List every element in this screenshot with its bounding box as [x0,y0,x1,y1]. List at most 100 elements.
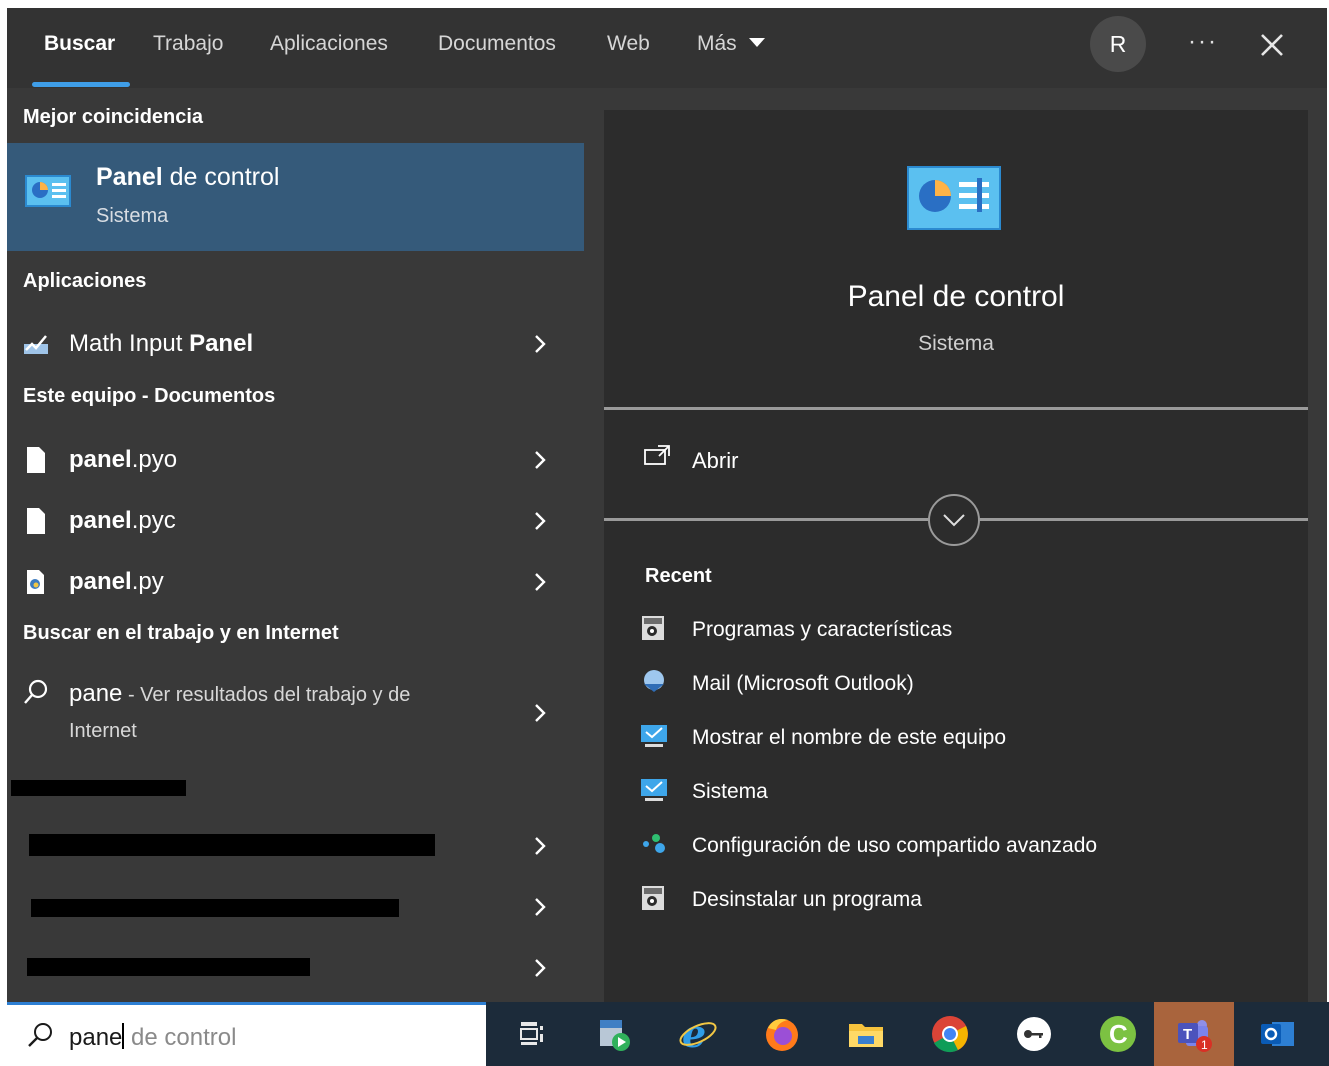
chevron-right-icon[interactable] [529,449,551,471]
recent-item-uso-compartido[interactable]: Configuración de uso compartido avanzado [640,826,1280,866]
internet-explorer-icon: e [679,1014,717,1054]
active-tab-indicator [32,82,130,87]
taskbar-keepass[interactable] [994,1002,1074,1066]
recent-item-sistema[interactable]: Sistema [640,772,1280,812]
best-match-header: Mejor coincidencia [23,106,204,128]
chevron-right-icon[interactable] [529,957,551,979]
app-label: Math Input Panel [69,330,253,358]
documents-header: Este equipo - Documentos [23,385,276,407]
chevron-right-icon[interactable] [529,510,551,532]
taskbar-firefox[interactable] [742,1002,822,1066]
task-view-button[interactable] [490,1002,570,1066]
c-app-icon: C [1100,1016,1136,1052]
preview-pane: Panel de control Sistema Abrir Recent Pr… [604,110,1308,1002]
control-panel-icon [907,166,1001,230]
teams-icon: T1 [1178,1020,1212,1052]
doc-label: panel.pyo [69,446,177,474]
taskbar-search-box[interactable]: pane de control [7,1002,486,1066]
doc-label-bold: panel [69,507,132,534]
task-view-icon [520,1022,543,1045]
programs-icon [642,886,664,910]
doc-panel-py[interactable]: panel.py [7,554,584,610]
recent-item-nombre-equipo[interactable]: Mostrar el nombre de este equipo [640,718,1280,758]
taskbar-file-explorer[interactable] [826,1002,906,1066]
doc-panel-pyo[interactable]: panel.pyo [7,432,584,488]
tab-aplicaciones[interactable]: Aplicaciones [270,32,388,56]
chevron-right-icon[interactable] [529,333,551,355]
close-button[interactable] [1255,28,1289,62]
doc-label: panel.pyc [69,507,176,535]
recent-label: Programas y características [692,618,953,641]
python-file-icon [27,570,44,594]
tab-trabajo[interactable]: Trabajo [153,32,223,56]
search-icon [24,679,48,704]
user-avatar[interactable]: R [1090,16,1146,72]
close-icon [1261,34,1283,56]
expand-button[interactable] [928,494,980,546]
doc-label-bold: panel [69,568,132,595]
open-label: Abrir [692,448,739,473]
chevron-right-icon[interactable] [529,571,551,593]
doc-label-bold: panel [69,446,132,473]
taskbar-chrome[interactable] [910,1002,990,1066]
recent-label: Mostrar el nombre de este equipo [692,726,1007,749]
math-input-icon [24,335,48,354]
caret-down-icon [748,38,765,47]
search-autocomplete: de control [124,1024,237,1051]
monitor-icon [641,779,667,801]
open-action[interactable]: Abrir [640,440,940,480]
search-icon [28,1023,52,1047]
tab-mas-label: Más [697,32,737,55]
results-list: Mejor coincidencia Panel de control Sist… [7,88,584,1002]
app-label-bold: Panel [189,330,254,357]
tab-web[interactable]: Web [607,32,650,56]
search-panel: Buscar Trabajo Aplicaciones Documentos W… [7,8,1327,1002]
redaction-bar [29,834,435,856]
web-search-suffix: - Ver resultados del trabajo y de [122,684,411,706]
best-match-item[interactable]: Panel de control Sistema [7,143,584,251]
keepass-icon [1017,1017,1051,1051]
chevron-right-icon[interactable] [529,896,551,918]
taskbar-media-player[interactable] [574,1002,654,1066]
recent-label: Mail (Microsoft Outlook) [692,672,914,695]
search-typed-text: pane [69,1024,123,1051]
web-search-result[interactable]: pane - Ver resultados del trabajo y de I… [7,668,584,748]
taskbar-internet-explorer[interactable]: e [658,1002,738,1066]
taskbar-c-app[interactable]: C [1078,1002,1158,1066]
folder-icon [849,1024,883,1047]
redacted-result[interactable] [7,818,584,874]
chrome-icon [932,1016,968,1053]
divider [604,407,1308,410]
doc-label-plain: .pyc [131,507,176,534]
chevron-down-icon [943,514,965,527]
recent-item-programas[interactable]: Programas y características [640,610,1280,650]
chevron-right-icon[interactable] [529,835,551,857]
more-options-button[interactable]: ··· [1183,28,1223,58]
web-search-header: Buscar en el trabajo y en Internet [23,622,339,644]
best-match-subtitle: Sistema [96,205,169,227]
taskbar-teams[interactable]: T1 [1154,1002,1234,1066]
tab-mas[interactable]: Más [697,32,765,56]
doc-label-plain: .py [131,568,164,595]
taskbar: e C T1 [486,1002,1329,1066]
file-icon [27,447,45,473]
recent-item-mail[interactable]: Mail (Microsoft Outlook) [640,664,1280,704]
chevron-right-icon[interactable] [529,702,551,724]
doc-label: panel.py [69,568,164,596]
redacted-result[interactable] [7,879,584,935]
monitor-icon [641,725,667,747]
network-icon [643,834,665,853]
outlook-icon [1261,1022,1294,1046]
search-input[interactable]: pane de control [69,1023,236,1052]
taskbar-outlook[interactable] [1238,1002,1318,1066]
best-match-title: Panel de control [96,163,279,192]
redaction-bar [27,958,310,976]
tab-documentos[interactable]: Documentos [438,32,556,56]
apps-header: Aplicaciones [23,270,147,292]
svg-text:e: e [682,1014,706,1054]
doc-panel-pyc[interactable]: panel.pyc [7,493,584,549]
redacted-result[interactable] [7,940,584,996]
recent-item-desinstalar[interactable]: Desinstalar un programa [640,880,1280,920]
app-math-input-panel[interactable]: Math Input Panel [7,316,584,372]
tab-buscar[interactable]: Buscar [44,32,115,56]
